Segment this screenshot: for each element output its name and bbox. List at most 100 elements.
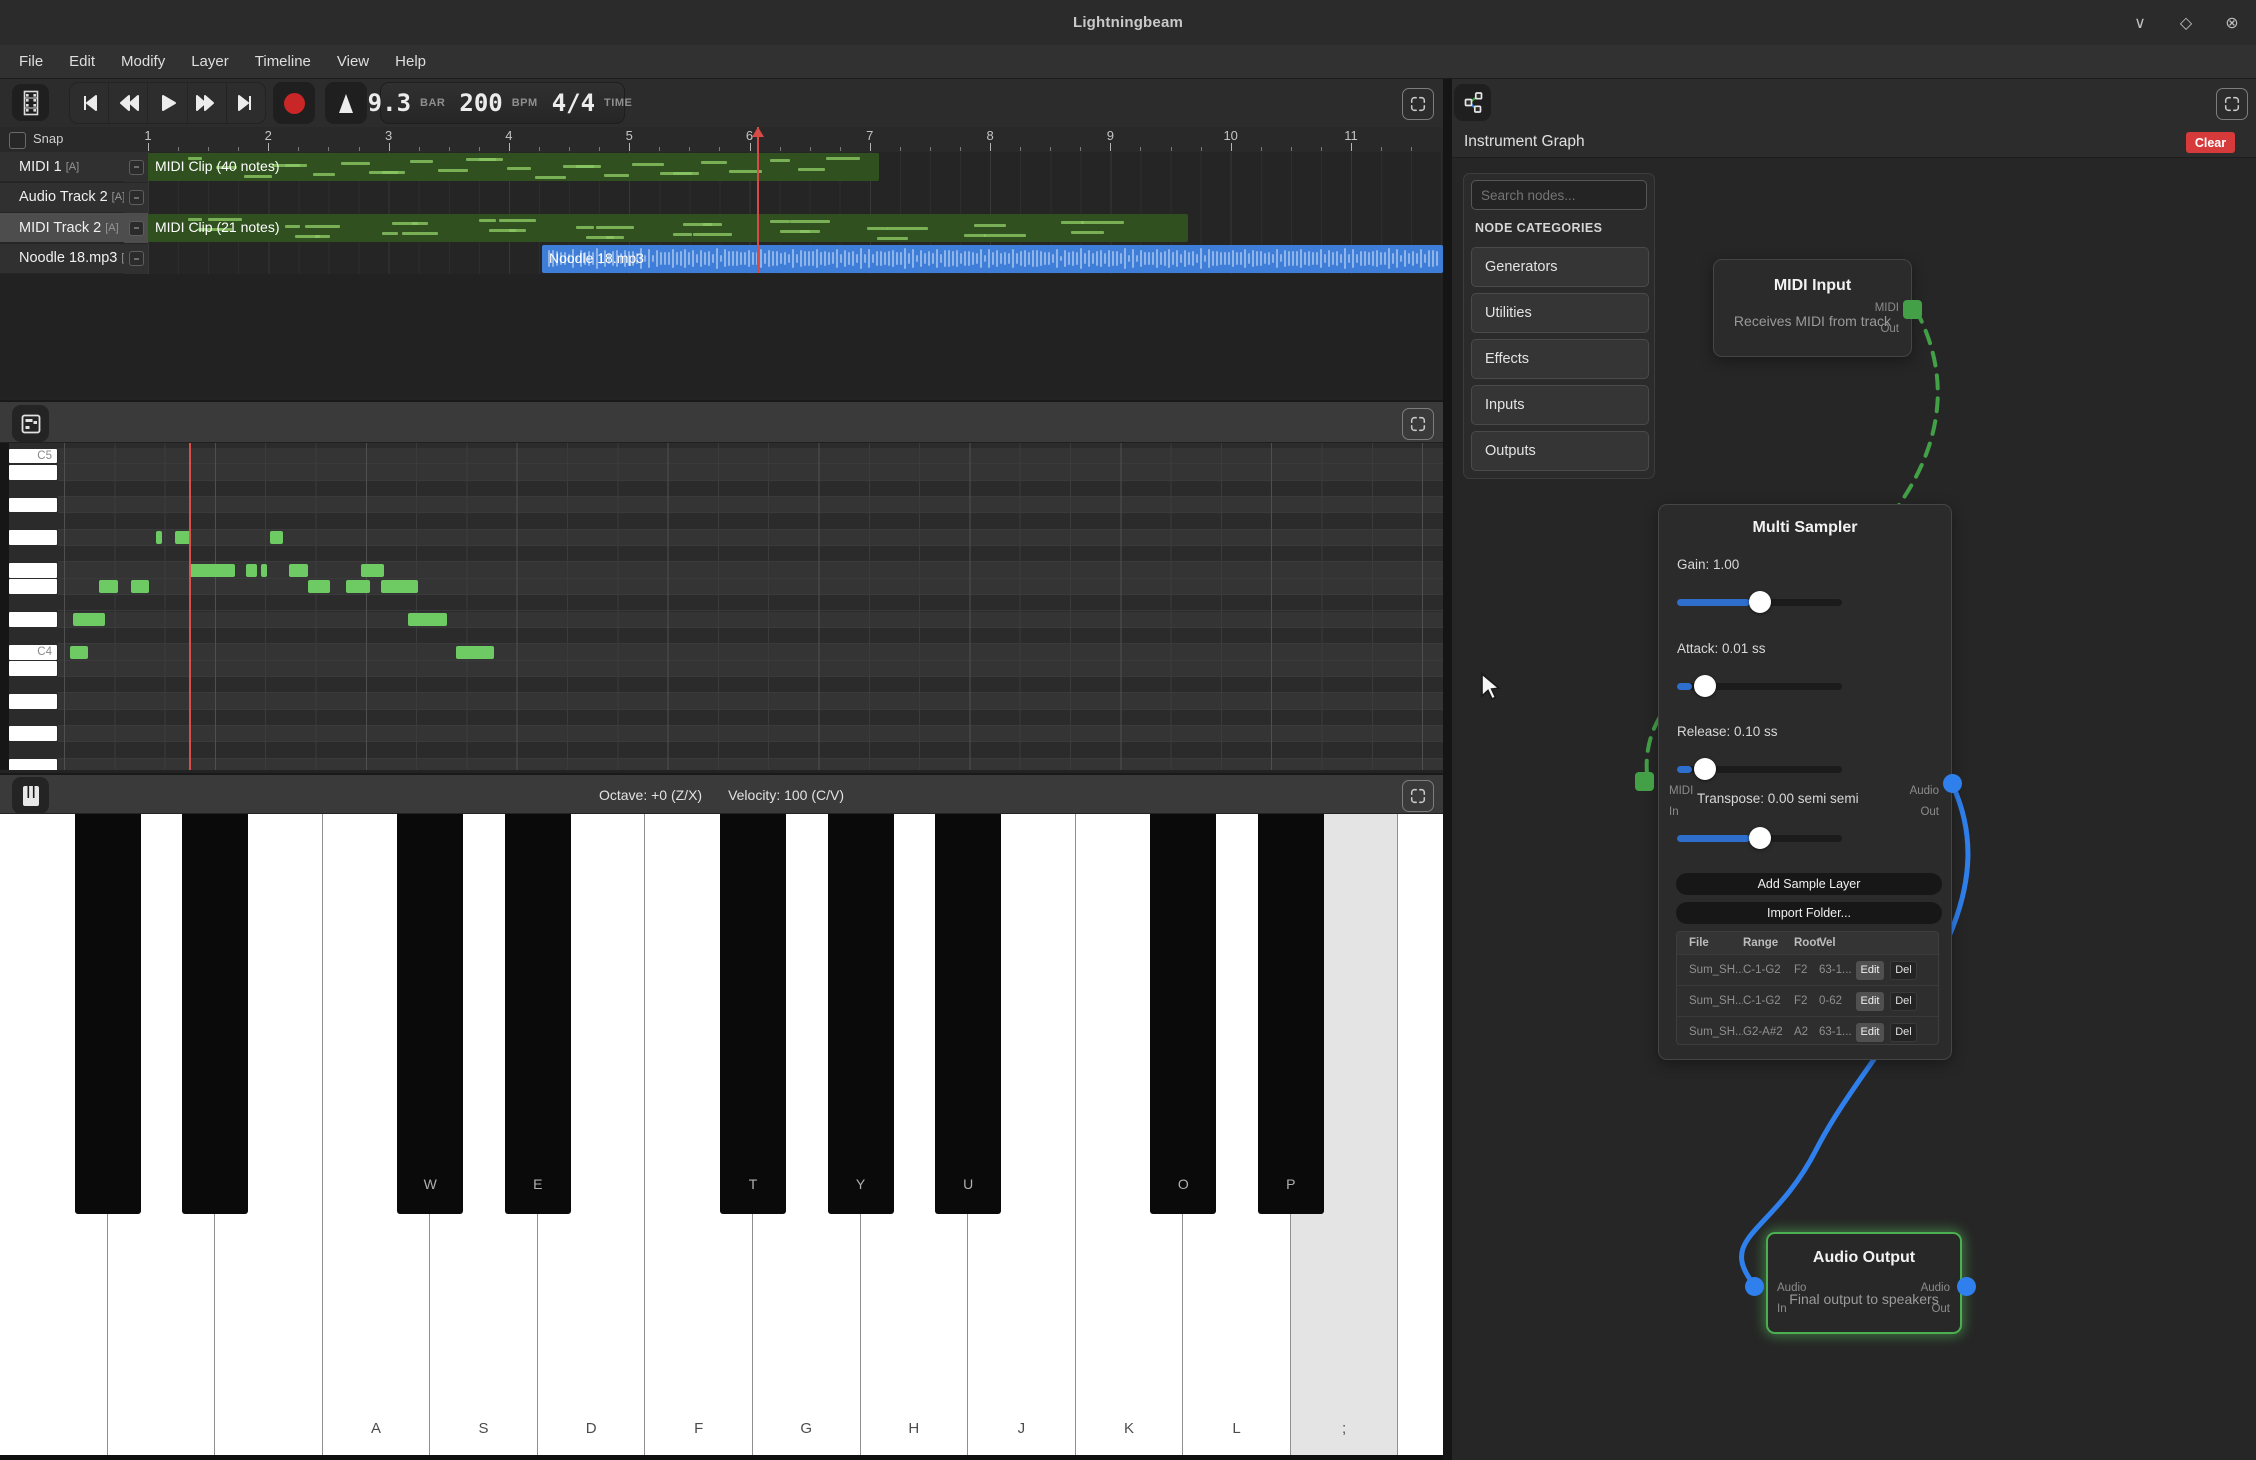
midi-out-connector[interactable] xyxy=(1903,300,1922,319)
roll-key[interactable] xyxy=(9,465,57,480)
del-button[interactable]: Del xyxy=(1890,992,1917,1011)
transpose-slider[interactable] xyxy=(1677,827,1842,849)
slider-thumb[interactable] xyxy=(1749,827,1771,849)
black-key-O[interactable]: O xyxy=(1150,814,1216,1214)
audio-output-out-connector[interactable] xyxy=(1957,1277,1976,1296)
roll-key[interactable]: C5 xyxy=(9,449,57,464)
playhead-marker[interactable] xyxy=(752,127,764,137)
slider-thumb[interactable] xyxy=(1749,591,1771,613)
skip-to-start-button[interactable] xyxy=(70,83,109,123)
audio-out-connector[interactable] xyxy=(1943,774,1962,793)
black-key[interactable] xyxy=(182,814,248,1214)
edit-button[interactable]: Edit xyxy=(1856,1023,1884,1042)
rewind-button[interactable] xyxy=(109,83,148,123)
category-outputs[interactable]: Outputs xyxy=(1471,431,1649,471)
timeline-ruler[interactable]: Snap 1234567891011 xyxy=(0,127,1443,152)
category-inputs[interactable]: Inputs xyxy=(1471,385,1649,425)
roll-key[interactable] xyxy=(9,579,57,594)
node-canvas[interactable]: NODE CATEGORIES GeneratorsUtilitiesEffec… xyxy=(1452,158,2256,1460)
menu-file[interactable]: File xyxy=(6,45,56,79)
midi-note[interactable] xyxy=(131,580,149,593)
track-label[interactable]: Noodle 18.mp3[A] xyxy=(0,244,124,274)
midi-note[interactable] xyxy=(381,580,418,593)
slider-thumb[interactable] xyxy=(1694,758,1716,780)
black-key-T[interactable]: T xyxy=(720,814,786,1214)
timeline-expand-button[interactable] xyxy=(1402,88,1434,120)
track-checkbox[interactable] xyxy=(129,190,144,205)
midi-in-connector[interactable] xyxy=(1635,772,1654,791)
midi-note[interactable] xyxy=(270,531,283,544)
slider-thumb[interactable] xyxy=(1694,675,1716,697)
menu-edit[interactable]: Edit xyxy=(56,45,108,79)
roll-key[interactable] xyxy=(9,759,57,770)
edit-button[interactable]: Edit xyxy=(1856,961,1884,980)
roll-key[interactable]: C4 xyxy=(9,645,57,660)
audio-in-connector[interactable] xyxy=(1745,1277,1764,1296)
gain-slider[interactable] xyxy=(1677,591,1842,613)
roll-key[interactable] xyxy=(9,726,57,741)
play-button[interactable] xyxy=(148,83,187,123)
skip-to-end-button[interactable] xyxy=(227,83,265,123)
black-key-W[interactable]: W xyxy=(397,814,463,1214)
track-checkbox[interactable] xyxy=(129,160,144,175)
track-label[interactable]: Audio Track 2[A] xyxy=(0,183,124,213)
track-row[interactable]: Noodle 18.mp3[A]Noodle 18.mp3 xyxy=(0,244,1443,274)
attack-slider[interactable] xyxy=(1677,675,1842,697)
track-checkbox[interactable] xyxy=(129,251,144,266)
menu-timeline[interactable]: Timeline xyxy=(242,45,324,79)
add-sample-layer-button[interactable]: Add Sample Layer xyxy=(1676,873,1942,895)
category-utilities[interactable]: Utilities xyxy=(1471,293,1649,333)
node-midi-input[interactable]: MIDI Input Receives MIDI from track MIDI… xyxy=(1713,259,1912,357)
black-key-U[interactable]: U xyxy=(935,814,1001,1214)
metronome-button[interactable] xyxy=(325,82,367,124)
midi-note[interactable] xyxy=(261,564,267,577)
close-button[interactable]: ⊗ xyxy=(2222,13,2242,33)
midi-clip[interactable]: MIDI Clip (40 notes) xyxy=(148,153,879,181)
midi-note[interactable] xyxy=(99,580,118,593)
del-button[interactable]: Del xyxy=(1890,1023,1917,1042)
roll-key[interactable] xyxy=(9,563,57,578)
midi-note[interactable] xyxy=(408,613,447,626)
track-row[interactable]: MIDI Track 2[A] MIDI Clip (21 notes) xyxy=(0,213,1443,243)
search-input[interactable] xyxy=(1471,180,1647,210)
black-key-Y[interactable]: Y xyxy=(828,814,894,1214)
graph-expand-button[interactable] xyxy=(2216,88,2248,120)
menu-modify[interactable]: Modify xyxy=(108,45,178,79)
midi-note[interactable] xyxy=(73,613,105,626)
menu-view[interactable]: View xyxy=(324,45,382,79)
track-lanes[interactable]: MIDI 1[A] MIDI Clip (40 notes) Audio Track… xyxy=(0,152,1443,274)
snap-checkbox[interactable] xyxy=(9,132,26,149)
midi-clip[interactable]: MIDI Clip (21 notes) xyxy=(148,214,1188,242)
midi-note[interactable] xyxy=(308,580,330,593)
clear-button[interactable]: Clear xyxy=(2186,132,2235,153)
black-key-E[interactable]: E xyxy=(505,814,571,1214)
node-graph-button[interactable] xyxy=(1454,84,1491,121)
fast-forward-button[interactable] xyxy=(188,83,227,123)
panel-divider[interactable] xyxy=(1443,79,1452,1460)
edit-button[interactable]: Edit xyxy=(1856,992,1884,1011)
midi-note[interactable] xyxy=(246,564,257,577)
film-button[interactable] xyxy=(12,84,49,121)
menu-layer[interactable]: Layer xyxy=(178,45,242,79)
roll-key[interactable] xyxy=(9,661,57,676)
release-slider[interactable] xyxy=(1677,758,1842,780)
track-label[interactable]: MIDI Track 2[A] xyxy=(0,213,124,243)
midi-note[interactable] xyxy=(70,646,88,659)
midi-note[interactable] xyxy=(156,531,162,544)
track-label[interactable]: MIDI 1[A] xyxy=(0,152,124,182)
midi-note[interactable] xyxy=(289,564,308,577)
midi-note[interactable] xyxy=(346,580,370,593)
track-row[interactable]: Audio Track 2[A] xyxy=(0,183,1443,213)
import-folder-button[interactable]: Import Folder... xyxy=(1676,902,1942,924)
maximize-button[interactable]: ◇ xyxy=(2176,13,2196,33)
virtual-keyboard[interactable]: ASDFGHJKL;WETYUOP xyxy=(0,814,1443,1460)
midi-note[interactable] xyxy=(456,646,494,659)
keyboard-expand-button[interactable] xyxy=(1402,780,1434,812)
menu-help[interactable]: Help xyxy=(382,45,439,79)
roll-key[interactable] xyxy=(9,612,57,627)
category-effects[interactable]: Effects xyxy=(1471,339,1649,379)
track-row[interactable]: MIDI 1[A] MIDI Clip (40 notes) xyxy=(0,152,1443,182)
record-button[interactable] xyxy=(273,82,315,124)
piano-roll-expand-button[interactable] xyxy=(1402,408,1434,440)
del-button[interactable]: Del xyxy=(1890,961,1917,980)
